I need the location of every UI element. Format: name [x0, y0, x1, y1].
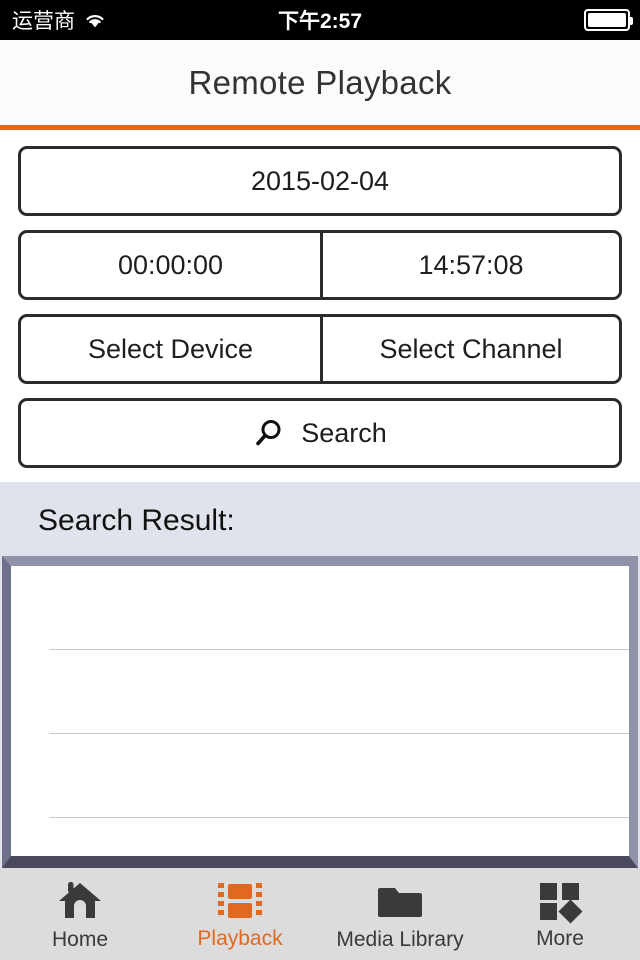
- folder-icon: [377, 880, 423, 922]
- start-time-value[interactable]: 00:00:00: [21, 233, 320, 297]
- date-field[interactable]: 2015-02-04: [18, 146, 622, 216]
- magnifier-icon: [253, 418, 283, 448]
- table-row[interactable]: [49, 566, 629, 650]
- tab-more[interactable]: More: [480, 868, 640, 960]
- device-channel-field: Select Device Select Channel: [18, 314, 622, 384]
- app-root: 运营商 下午2:57 Remote Playback 2015-02-04 00…: [0, 0, 640, 960]
- search-label: Search: [301, 417, 387, 448]
- table-row[interactable]: [49, 650, 629, 734]
- end-time-value[interactable]: 14:57:08: [320, 233, 619, 297]
- tab-playback[interactable]: Playback: [160, 868, 320, 960]
- results-table-frame: [2, 556, 638, 868]
- film-strip-icon: [217, 881, 263, 921]
- grid-more-icon: [537, 881, 583, 924]
- time-range-field: 00:00:00 14:57:08: [18, 230, 622, 300]
- tab-media-library[interactable]: Media Library: [320, 868, 480, 960]
- select-device-button[interactable]: Select Device: [21, 317, 320, 381]
- select-channel-button[interactable]: Select Channel: [320, 317, 619, 381]
- date-value[interactable]: 2015-02-04: [21, 149, 619, 213]
- battery-icon: [584, 9, 633, 31]
- tab-bar: Home Playback Media Library More: [0, 868, 640, 960]
- search-button[interactable]: Search: [18, 398, 622, 468]
- tab-home-label: Home: [51, 928, 109, 951]
- status-bar-time: 下午2:57: [277, 10, 363, 33]
- tab-playback-label: Playback: [197, 927, 283, 950]
- page-title: Remote Playback: [188, 63, 452, 101]
- search-button-inner[interactable]: Search: [21, 401, 619, 465]
- home-icon: [57, 880, 103, 922]
- tab-home[interactable]: Home: [0, 868, 160, 960]
- results-table[interactable]: [11, 566, 629, 856]
- table-row[interactable]: [49, 734, 629, 818]
- search-form: 2015-02-04 00:00:00 14:57:08 Select Devi…: [0, 130, 640, 482]
- search-results-section: Search Result:: [0, 482, 640, 868]
- search-result-heading: Search Result:: [38, 504, 235, 537]
- table-row[interactable]: [49, 818, 629, 856]
- tab-media-library-label: Media Library: [336, 928, 464, 951]
- status-bar: 运营商 下午2:57: [0, 0, 640, 40]
- navigation-bar: Remote Playback: [0, 40, 640, 130]
- tab-more-label: More: [536, 927, 584, 950]
